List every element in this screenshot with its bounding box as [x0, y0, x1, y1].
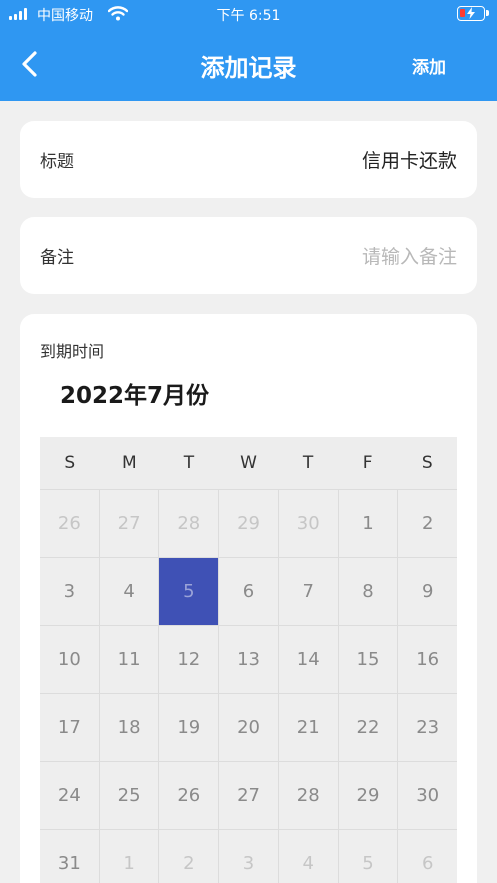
calendar-day[interactable]: 6 [219, 558, 279, 626]
due-date-card: 到期时间 2022年7月份 SMTWTFS 26 27 28 29 30 1 2 3 4 5 6 7 8… [20, 314, 477, 883]
calendar-day[interactable]: 18 [99, 694, 160, 762]
status-time: 下午 6:51 [216, 8, 281, 24]
calendar-day[interactable]: 5 [339, 830, 399, 883]
calendar-day[interactable]: 27 [99, 490, 160, 558]
add-button[interactable]: 添加 [412, 53, 446, 78]
weekday-label: T [183, 453, 195, 473]
calendar-day[interactable]: 4 [99, 558, 160, 626]
calendar-week-row: 3456789 [40, 558, 458, 626]
calendar-day[interactable]: 29 [338, 762, 399, 830]
note-card[interactable]: 备注 请输入备注 [20, 217, 477, 294]
calendar-day[interactable]: 17 [40, 694, 100, 762]
calendar-day[interactable]: 9 [398, 558, 458, 626]
calendar-day[interactable]: 19 [159, 694, 220, 762]
note-input[interactable]: 请输入备注 [362, 242, 457, 269]
calendar-day[interactable]: 21 [278, 694, 339, 762]
weekday-label: W [240, 453, 257, 473]
calendar-day[interactable]: 29 [219, 490, 279, 558]
calendar-day[interactable]: 30 [398, 762, 458, 830]
calendar-day[interactable]: 22 [338, 694, 399, 762]
calendar-day[interactable]: 28 [159, 490, 220, 558]
calendar-day[interactable]: 28 [278, 762, 339, 830]
title-card[interactable]: 标题 信用卡还款 [20, 121, 477, 198]
calendar-day[interactable]: 24 [40, 762, 100, 830]
calendar-day[interactable]: 26 [159, 762, 220, 830]
calendar-day[interactable]: 20 [219, 694, 279, 762]
calendar-day[interactable]: 30 [278, 490, 339, 558]
calendar-day[interactable]: 23 [398, 694, 458, 762]
calendar-day[interactable]: 16 [398, 626, 458, 694]
battery-icon [457, 6, 489, 21]
calendar-day[interactable]: 10 [40, 626, 100, 694]
weekday-label: S [421, 453, 433, 473]
calendar-grid: SMTWTFS 26 27 28 29 30 1 2 3 4 5 6 7 8 9 10 11 12 13 14 15 1… [40, 437, 458, 883]
month-title: 2022年7月份 [60, 383, 210, 409]
calendar-day[interactable]: 15 [338, 626, 399, 694]
calendar-day-selected[interactable]: 5 [159, 558, 220, 626]
weekday-label: F [362, 453, 373, 473]
calendar-day[interactable]: 26 [40, 490, 100, 558]
calendar-week-row: 17 18 19 20 21 22 23 [40, 694, 458, 762]
calendar-day[interactable]: 1 [100, 830, 160, 883]
header-bar: 中国移动 下午 6:51 添加记录 添加 [0, 0, 497, 101]
calendar-day[interactable]: 27 [219, 762, 279, 830]
calendar-day[interactable]: 25 [99, 762, 160, 830]
calendar-day[interactable]: 7 [278, 558, 339, 626]
calendar-day[interactable]: 2 [159, 830, 220, 883]
calendar-day[interactable]: 2 [398, 490, 458, 558]
due-date-label: 到期时间 [40, 342, 105, 361]
calendar-week-row: 26 27 28 29 30 1 2 [40, 490, 458, 558]
calendar-day[interactable]: 14 [278, 626, 339, 694]
calendar-day[interactable]: 4 [279, 830, 339, 883]
calendar-day[interactable]: 11 [99, 626, 160, 694]
calendar-day[interactable]: 8 [338, 558, 399, 626]
title-value[interactable]: 信用卡还款 [362, 146, 457, 173]
calendar-day[interactable]: 3 [219, 830, 279, 883]
calendar-week-row: 31 1 2 3 4 5 6 [40, 830, 457, 883]
calendar-day[interactable]: 13 [219, 626, 279, 694]
status-bar: 中国移动 下午 6:51 [0, 0, 497, 28]
calendar-week-row: 24 25 26 27 28 29 30 [40, 762, 458, 830]
weekday-label: S [64, 453, 76, 473]
calendar-day[interactable]: 3 [40, 558, 100, 626]
calendar-day[interactable]: 31 [40, 830, 100, 883]
title-label: 标题 [40, 152, 74, 172]
calendar-week-row: 10 11 12 13 14 15 16 [40, 626, 458, 694]
weekday-label: M [122, 453, 137, 473]
calendar-day[interactable]: 1 [338, 490, 399, 558]
weekday-label: T [302, 453, 314, 473]
calendar-day[interactable]: 12 [159, 626, 220, 694]
calendar-day[interactable]: 6 [398, 830, 457, 883]
note-label: 备注 [40, 248, 74, 268]
weekday-header: SMTWTFS [40, 437, 457, 490]
